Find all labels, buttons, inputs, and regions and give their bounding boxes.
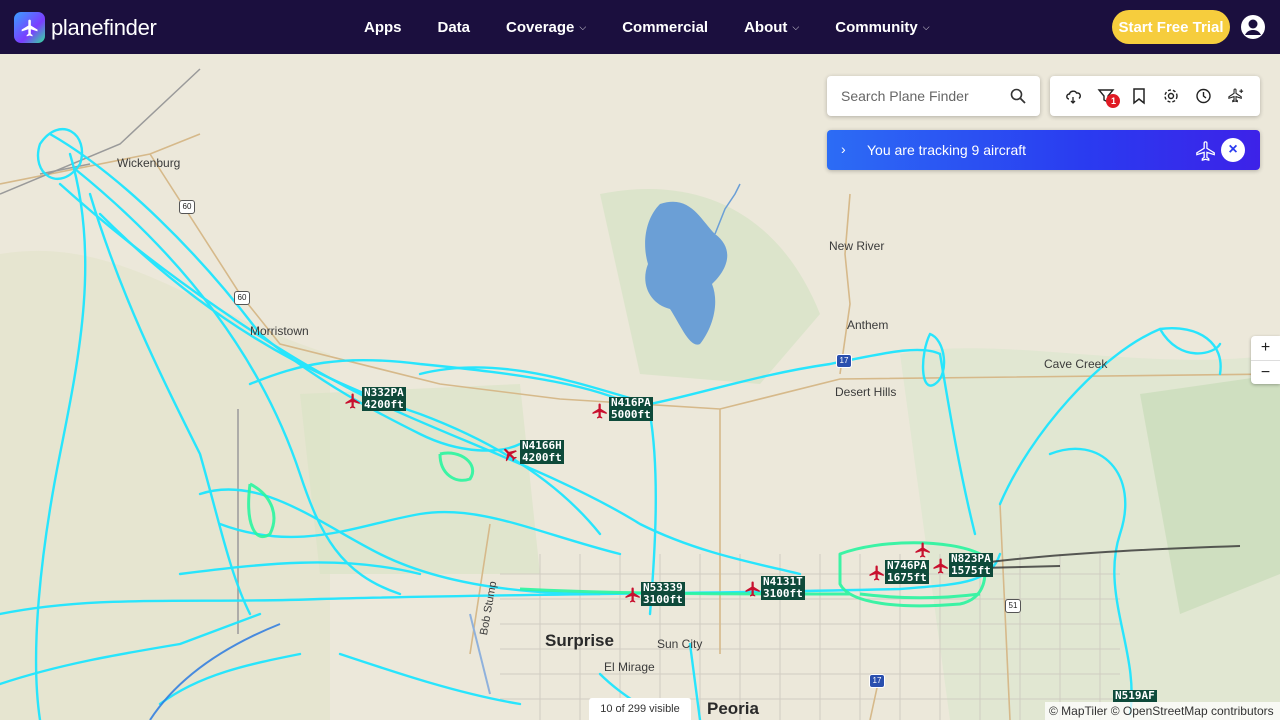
zoom-in-button[interactable]: + <box>1251 336 1280 360</box>
aircraft-icon[interactable] <box>344 392 362 410</box>
place-label: Morristown <box>250 324 309 338</box>
close-icon[interactable]: × <box>1221 138 1245 162</box>
highway-shield: 51 <box>1005 599 1021 613</box>
nav-commercial[interactable]: Commercial <box>604 19 726 36</box>
aircraft-label[interactable]: N823PA 1575ft <box>949 553 993 577</box>
plane-logo-icon <box>14 12 45 43</box>
nav-data[interactable]: Data <box>420 19 489 36</box>
main-nav: Apps Data Coverage ⌵ Commercial About ⌵ Co… <box>346 0 948 54</box>
top-navigation-bar: planefinder Apps Data Coverage ⌵ Commerci… <box>0 0 1280 54</box>
search-input[interactable] <box>841 88 1001 104</box>
place-label: Peoria <box>707 699 759 718</box>
filter-button[interactable]: 1 <box>1097 87 1121 108</box>
aircraft-icon[interactable] <box>744 580 762 598</box>
map-attribution[interactable]: © MapTiler © OpenStreetMap contributors <box>1045 702 1280 720</box>
chevron-down-icon: ⌵ <box>922 21 930 32</box>
settings-icon[interactable] <box>1162 87 1180 105</box>
place-label: New River <box>829 239 885 253</box>
aircraft-icon[interactable] <box>914 541 932 559</box>
aircraft-icon[interactable] <box>868 564 886 582</box>
chevron-down-icon: ⌵ <box>579 21 587 32</box>
chevron-right-icon[interactable]: › <box>841 141 846 157</box>
zoom-control: + − <box>1251 336 1280 384</box>
nav-coverage[interactable]: Coverage ⌵ <box>488 19 604 36</box>
tracking-banner[interactable]: › You are tracking 9 aircraft × <box>827 130 1260 170</box>
search-box <box>827 76 1040 116</box>
filter-count-badge: 1 <box>1106 94 1121 108</box>
nav-about[interactable]: About ⌵ <box>726 19 817 36</box>
aircraft-label[interactable]: N519AF <box>1113 690 1157 702</box>
add-aircraft-icon[interactable] <box>1227 87 1245 105</box>
history-icon[interactable] <box>1194 87 1212 105</box>
aircraft-label[interactable]: N4131T 3100ft <box>761 576 805 600</box>
aircraft-icon[interactable] <box>932 557 950 575</box>
bookmark-icon[interactable] <box>1130 87 1148 105</box>
place-label: Anthem <box>847 318 889 332</box>
search-icon[interactable] <box>1010 88 1026 104</box>
user-account-icon[interactable] <box>1240 14 1266 40</box>
interstate-shield: 17 <box>836 354 852 368</box>
tracking-text: You are tracking 9 aircraft <box>867 142 1027 158</box>
highway-shield: 60 <box>179 200 195 214</box>
aircraft-label[interactable]: N4166H 4200ft <box>520 440 564 464</box>
place-label: Desert Hills <box>835 385 897 399</box>
chevron-down-icon: ⌵ <box>792 21 800 32</box>
aircraft-label[interactable]: N332PA 4200ft <box>362 387 406 411</box>
place-label: Surprise <box>545 631 614 650</box>
aircraft-label[interactable]: N53339 3100ft <box>641 582 685 606</box>
brand-name: planefinder <box>51 14 157 40</box>
place-label: Wickenburg <box>117 156 181 170</box>
place-label: Cave Creek <box>1044 357 1108 371</box>
aircraft-label[interactable]: N746PA 1675ft <box>885 560 929 584</box>
weather-icon[interactable] <box>1065 87 1083 105</box>
plane-icon <box>1196 141 1215 162</box>
visible-aircraft-count: 10 of 299 visible <box>589 698 691 720</box>
start-free-trial-button[interactable]: Start Free Trial <box>1112 10 1230 44</box>
aircraft-icon[interactable] <box>624 586 642 604</box>
zoom-out-button[interactable]: − <box>1251 360 1280 384</box>
aircraft-label[interactable]: N416PA 5000ft <box>609 397 653 421</box>
nav-community[interactable]: Community ⌵ <box>817 19 947 36</box>
place-label: Sun City <box>657 637 703 651</box>
highway-shield: 60 <box>234 291 250 305</box>
map-toolbar: 1 <box>1050 76 1260 116</box>
nav-apps[interactable]: Apps <box>346 19 420 36</box>
place-label: El Mirage <box>604 660 655 674</box>
aircraft-icon[interactable] <box>591 402 609 420</box>
interstate-shield: 17 <box>869 674 885 688</box>
planefinder-logo[interactable]: planefinder <box>14 12 157 43</box>
